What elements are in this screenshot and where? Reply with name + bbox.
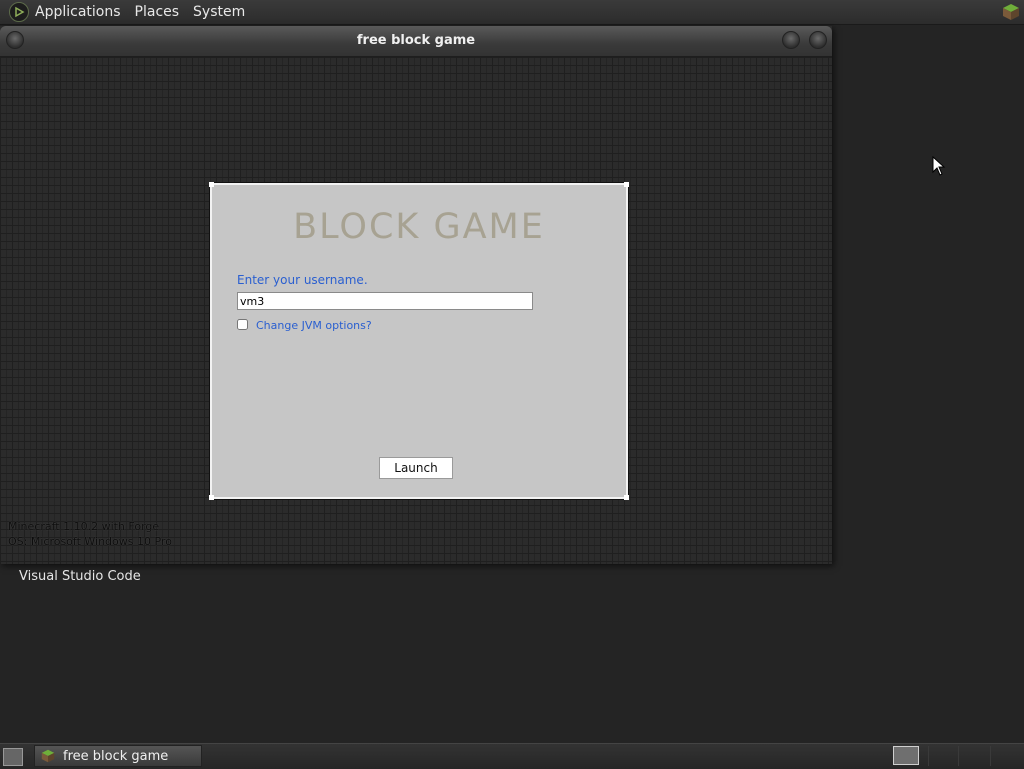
dialog-corner [209,495,214,500]
os-info: OS: Microsoft Windows 10 Pro [8,535,172,548]
menu-system[interactable]: System [193,4,245,20]
distro-logo-icon[interactable] [9,2,29,22]
desktop-icon-vscode[interactable]: Visual Studio Code [19,569,141,584]
version-info: Minecraft 1.10.2 with Forge [8,520,160,533]
launcher-dialog: BLOCK GAME Enter your username. Change J… [209,182,629,500]
mouse-cursor-icon [932,155,946,180]
top-panel: Applications Places System [0,0,1024,25]
brick-background: BLOCK GAME Enter your username. Change J… [0,57,832,564]
maximize-button[interactable] [809,31,827,49]
menu-places[interactable]: Places [135,4,180,20]
game-title-logo: BLOCK GAME [293,207,545,247]
show-desktop-icon[interactable] [3,748,23,766]
grass-block-icon[interactable] [1002,3,1020,21]
minimize-button[interactable] [782,31,800,49]
username-input[interactable] [237,292,533,310]
window-title: free block game [356,33,476,48]
workspace-switcher-1[interactable] [893,746,919,765]
workspace-divider [928,746,929,766]
jvm-options-checkbox[interactable] [237,319,248,330]
username-label: Enter your username. [237,273,368,287]
jvm-options-label[interactable]: Change JVM options? [256,319,372,332]
taskbar-item-label: free block game [63,748,169,764]
launch-button[interactable]: Launch [379,457,453,479]
game-window: free block game BLOCK GAME Enter your us… [0,26,832,564]
taskbar-item-free-block-game[interactable]: free block game [34,745,202,767]
workspace-divider [958,746,959,766]
dialog-corner [624,182,629,187]
grass-block-icon [41,749,55,763]
menu-applications[interactable]: Applications [35,4,121,20]
bottom-panel: free block game [0,743,1024,769]
dialog-corner [624,495,629,500]
workspace-divider [990,746,991,766]
dialog-corner [209,182,214,187]
window-titlebar[interactable]: free block game [0,26,832,57]
